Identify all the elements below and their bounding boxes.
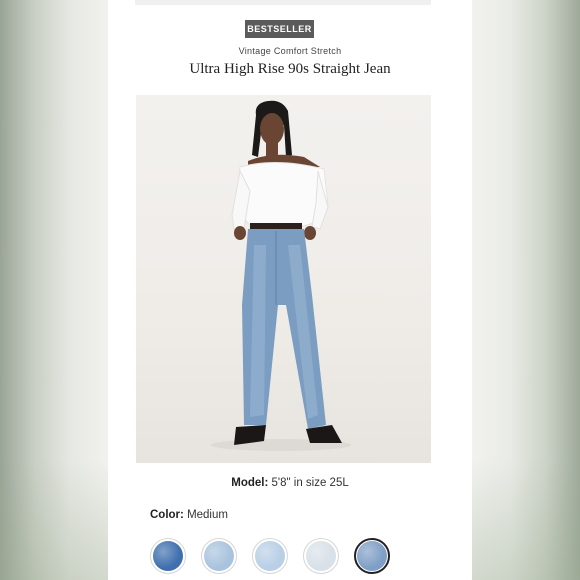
product-image[interactable] xyxy=(136,95,431,463)
bestseller-badge: BESTSELLER xyxy=(245,20,314,38)
product-title: Ultra High Rise 90s Straight Jean xyxy=(189,61,391,77)
product-subtitle: Vintage Comfort Stretch xyxy=(238,46,342,56)
model-info: Model: 5'8" in size 25L xyxy=(108,477,472,489)
swatch-light-wash[interactable] xyxy=(201,538,237,574)
swatch-dark-wash[interactable] xyxy=(150,538,186,574)
color-selection: Color: Medium xyxy=(150,509,228,521)
swatch-light-blue-wash[interactable] xyxy=(252,538,288,574)
color-label: Color: xyxy=(150,509,184,521)
swatch-medium-wash[interactable] xyxy=(354,538,390,574)
color-value: Medium xyxy=(187,509,228,521)
swatch-bleach-wash[interactable] xyxy=(303,538,339,574)
model-info-value: 5'8" in size 25L xyxy=(271,477,349,489)
top-divider xyxy=(135,0,431,5)
model-illustration xyxy=(211,100,351,451)
product-card: BESTSELLER Vintage Comfort Stretch Ultra… xyxy=(108,0,472,580)
model-info-label: Model: xyxy=(231,477,269,489)
